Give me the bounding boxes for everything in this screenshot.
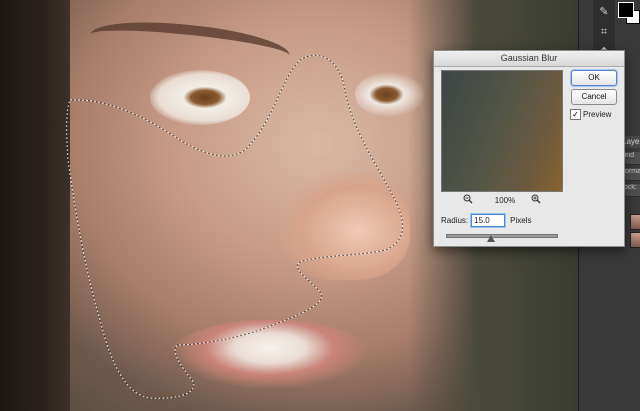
radius-slider[interactable] — [446, 234, 558, 238]
radius-label: Radius: — [441, 215, 469, 225]
dialog-title: Gaussian Blur — [434, 51, 624, 67]
preview-window[interactable] — [441, 70, 563, 192]
crop-tool-icon[interactable]: ⌗ — [598, 26, 610, 38]
layer-thumbnail[interactable] — [630, 214, 640, 230]
slider-thumb-icon[interactable] — [487, 235, 495, 242]
radius-unit: Pixels — [510, 215, 532, 225]
preview-label: Preview — [583, 110, 612, 119]
layer-thumbnail[interactable] — [630, 232, 640, 248]
preview-toggle[interactable]: ✓ Preview — [570, 109, 611, 120]
zoom-level: 100% — [494, 196, 516, 205]
radius-input[interactable]: 15.0 — [471, 213, 506, 227]
gaussian-blur-dialog: Gaussian Blur 100% OK Cancel ✓ Preview R… — [433, 50, 625, 247]
ok-button[interactable]: OK — [571, 70, 617, 86]
preview-checkbox[interactable]: ✓ — [570, 109, 581, 120]
cancel-button[interactable]: Cancel — [571, 89, 617, 105]
zoom-in-icon[interactable] — [530, 194, 542, 206]
zoom-out-icon[interactable] — [462, 194, 474, 206]
foreground-color-swatch[interactable] — [618, 2, 634, 18]
brush-tool-icon[interactable]: ✎ — [598, 6, 610, 18]
radius-row: Radius: 15.0 Pixels — [441, 213, 531, 227]
